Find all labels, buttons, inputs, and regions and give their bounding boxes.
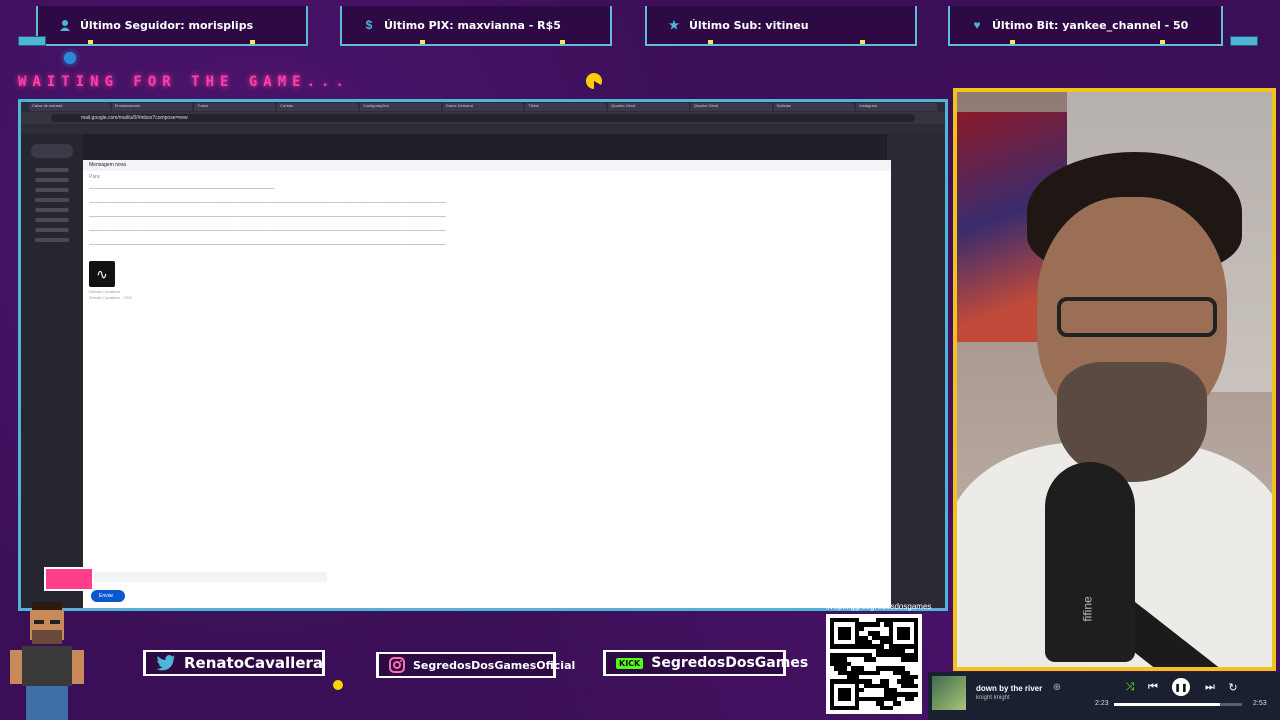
pink-tag-decoration — [44, 567, 94, 591]
glasses — [1057, 297, 1217, 337]
qr-url: livepix.gg/segredosdosgames — [826, 602, 932, 611]
deco-tick — [1010, 40, 1015, 44]
signature-role: Renato Cavallera - CEO — [89, 295, 133, 300]
gmail-sidebar — [21, 134, 83, 608]
browser-tab[interactable]: Quadro Geral — [690, 103, 772, 111]
send-button[interactable]: Enviar — [91, 590, 125, 602]
browser-tab[interactable]: Contas — [277, 103, 358, 111]
pause-icon[interactable]: ❚❚ — [1172, 678, 1190, 696]
duration-time: 2:53 — [1253, 700, 1267, 707]
alert-text: Último Bit: yankee_channel - 50 — [992, 18, 1189, 32]
body-line: ────────────────────────────────────────… — [89, 228, 447, 233]
sidebar-item[interactable] — [35, 208, 69, 212]
pixel-avatar-icon — [10, 602, 84, 720]
pacman-icon — [586, 73, 602, 89]
twitter-icon — [156, 655, 176, 671]
qr-code-icon — [826, 614, 922, 714]
instagram-handle-card: SegredosDosGamesOficial — [376, 652, 575, 678]
dollar-icon: $ — [365, 18, 373, 32]
decorative-dot — [333, 680, 343, 690]
alert-last-sub: ★ Último Sub: vitineu — [645, 6, 917, 46]
user-icon — [58, 18, 72, 32]
twitter-handle[interactable]: RenatoCavallera — [184, 654, 323, 672]
waiting-banner: WAITING FOR THE GAME... — [18, 74, 350, 90]
progress-bar[interactable] — [1114, 703, 1242, 706]
kick-icon: KICK — [616, 657, 644, 669]
alert-text: Último Sub: vitineu — [689, 18, 809, 32]
browser-tab[interactable]: Instagram — [856, 103, 938, 111]
decorative-dot — [64, 52, 76, 64]
corner-decoration — [18, 36, 46, 46]
body-line: ────────────────────────────────────────… — [89, 214, 447, 219]
deco-tick — [708, 40, 713, 44]
browser-tab[interactable]: Game Demand — [442, 103, 524, 111]
progress-fill — [1114, 703, 1221, 706]
microphone — [1045, 462, 1135, 662]
song-title: down by the river — [976, 684, 1043, 693]
alert-last-pix: $ Último PIX: maxvianna - R$5 — [340, 6, 612, 46]
screen-capture-frame: Caixa de entrada Embaixadores Todos Cont… — [18, 99, 948, 611]
instagram-icon — [389, 657, 405, 673]
star-icon: ★ — [668, 18, 680, 32]
kick-handle-card: KICK SegredosDosGames — [603, 650, 808, 676]
next-icon[interactable]: ⏭ — [1201, 678, 1219, 696]
qr-grid — [830, 618, 918, 710]
to-field[interactable]: Para — [83, 171, 891, 183]
compose-button[interactable] — [31, 144, 73, 158]
webcam-feed: fifine — [953, 88, 1276, 671]
deco-tick — [860, 40, 865, 44]
browser-tab[interactable]: Quadro Geral — [608, 103, 689, 111]
previous-icon[interactable]: ⏮ — [1144, 678, 1162, 696]
browser-tabbar: Caixa de entrada Embaixadores Todos Cont… — [21, 102, 945, 112]
mic-brand: fifine — [1080, 596, 1095, 622]
address-bar: mail.google.com/mail/u/0/#inbox?compose=… — [21, 112, 945, 124]
body-line: ────────────────────────────────────────… — [89, 200, 447, 205]
instagram-handle[interactable]: SegredosDosGamesOficial — [413, 659, 575, 672]
body-line: ────────────────────────────────────────… — [89, 242, 447, 247]
song-artist: knight knight — [976, 695, 1010, 701]
browser-tab[interactable]: Tiktok — [525, 103, 607, 111]
deco-tick — [1160, 40, 1165, 44]
alert-last-follower: Último Seguidor: morisplips — [36, 6, 308, 46]
elapsed-time: 2:23 — [1095, 700, 1109, 707]
corner-decoration — [1230, 36, 1258, 46]
sidebar-item[interactable] — [35, 188, 69, 192]
deco-tick — [88, 40, 93, 44]
heart-icon: ♥ — [973, 18, 981, 32]
compose-title: Mensagem nova — [83, 160, 891, 171]
repeat-icon[interactable]: ↻ — [1224, 678, 1242, 696]
sidebar-item[interactable] — [35, 178, 69, 182]
sidebar-item[interactable] — [35, 168, 69, 172]
deco-tick — [560, 40, 565, 44]
alert-text: Último Seguidor: morisplips — [80, 18, 254, 32]
shuffle-icon[interactable]: ⤨ — [1121, 678, 1139, 696]
browser-tab[interactable]: Embaixadores — [111, 103, 193, 111]
browser-tab[interactable]: Caixa de entrada — [29, 103, 110, 111]
sidebar-item[interactable] — [35, 198, 69, 202]
music-player: down by the river knight knight ⊕ ⤨ ⏮ ❚❚… — [928, 672, 1280, 720]
body-line: ────────────────────────────────────────… — [89, 186, 274, 191]
deco-tick — [420, 40, 425, 44]
album-art — [932, 676, 966, 710]
bookmarks-bar — [21, 124, 945, 134]
twitter-handle-card: RenatoCavallera — [143, 650, 325, 676]
email-body[interactable]: ────────────────────────────────────────… — [83, 183, 891, 257]
browser-tab[interactable]: Todos — [194, 103, 276, 111]
signature-logo-icon: ∿ — [89, 261, 115, 287]
kick-handle[interactable]: SegredosDosGames — [651, 655, 808, 671]
url-input[interactable]: mail.google.com/mail/u/0/#inbox?compose=… — [51, 114, 915, 122]
add-icon[interactable]: ⊕ — [1048, 678, 1066, 696]
sidebar-item[interactable] — [35, 238, 69, 242]
formatting-toolbar[interactable] — [91, 572, 327, 582]
deco-tick — [250, 40, 255, 44]
alert-text: Último PIX: maxvianna - R$5 — [384, 18, 561, 32]
alert-last-bit: ♥ Último Bit: yankee_channel - 50 — [948, 6, 1223, 46]
gmail-right-panel — [887, 134, 945, 608]
browser-tab[interactable]: Noticias — [773, 103, 855, 111]
compose-window: Mensagem nova Para ─────────────────────… — [83, 160, 891, 608]
sidebar-item[interactable] — [35, 218, 69, 222]
browser-tab[interactable]: Configurações — [359, 103, 441, 111]
sidebar-item[interactable] — [35, 228, 69, 232]
